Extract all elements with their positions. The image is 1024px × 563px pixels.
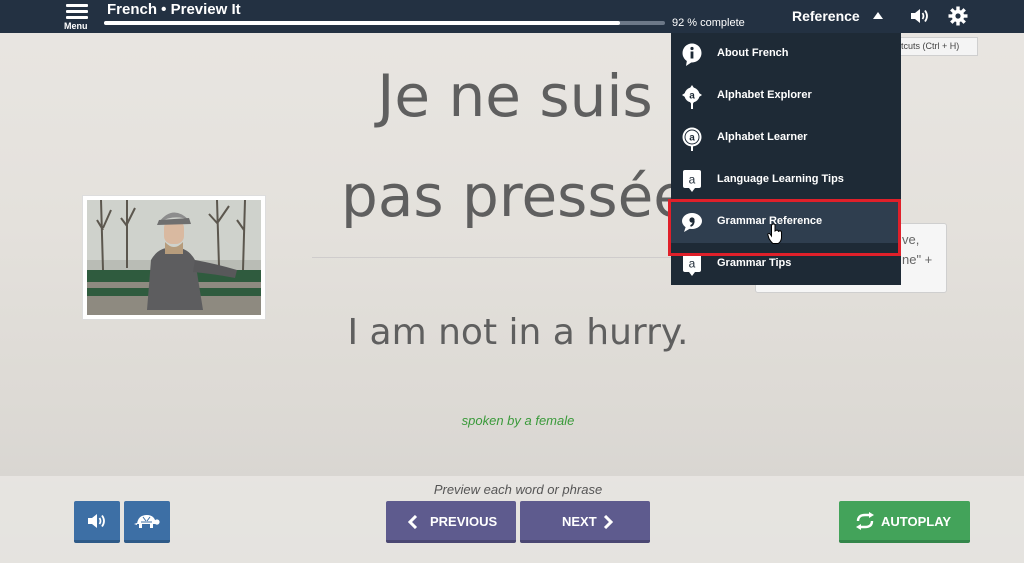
- alphabet-learner-icon: a: [682, 127, 702, 151]
- next-label: NEXT: [562, 514, 597, 529]
- hamburger-icon: [66, 4, 88, 7]
- chevron-left-icon: [408, 515, 418, 529]
- reference-label: Reference: [792, 8, 860, 24]
- menu-item-grammar-tips[interactable]: a Grammar Tips: [671, 243, 901, 285]
- hint-text: ve, ne" +: [902, 230, 946, 270]
- menu-button[interactable]: Menu: [62, 2, 94, 32]
- progress-fill: [104, 21, 621, 25]
- comma-icon: [682, 213, 702, 232]
- repeat-icon: [856, 512, 874, 530]
- menu-item-label: Language Learning Tips: [717, 173, 844, 185]
- previous-button[interactable]: PREVIOUS: [386, 501, 516, 543]
- gear-icon: [948, 6, 968, 26]
- chevron-right-icon: [603, 515, 613, 529]
- turtle-icon: [134, 515, 160, 528]
- menu-item-label: Alphabet Explorer: [717, 89, 812, 101]
- progress-text: 92 % complete: [672, 17, 745, 29]
- speaker-note: spoken by a female: [461, 413, 575, 428]
- menu-item-label: Alphabet Learner: [717, 131, 808, 143]
- phrase-photo: [82, 195, 266, 320]
- speaker-icon: [88, 514, 105, 528]
- menu-item-alphabet-explorer[interactable]: a Alphabet Explorer: [671, 75, 901, 117]
- caret-up-icon: [873, 12, 883, 19]
- divider: [312, 257, 672, 258]
- hint-line: ve,: [902, 232, 920, 247]
- phrase-line-1: Je ne suis: [377, 62, 653, 130]
- menu-item-language-learning-tips[interactable]: a Language Learning Tips: [671, 159, 901, 201]
- phrase-line-2: pas pressée: [341, 162, 689, 230]
- reference-menu: About French a Alphabet Explorer a Alpha…: [671, 33, 901, 285]
- letter-a-icon: a: [683, 170, 701, 192]
- progress-bar: [104, 21, 665, 25]
- hint-line: ne" +: [902, 252, 933, 267]
- previous-label: PREVIOUS: [430, 514, 498, 529]
- speaker-icon: [911, 9, 928, 23]
- letter-a-icon: a: [683, 254, 701, 276]
- svg-text:a: a: [689, 257, 696, 271]
- menu-item-alphabet-learner[interactable]: a Alphabet Learner: [671, 117, 901, 159]
- menu-item-grammar-reference[interactable]: Grammar Reference: [671, 201, 901, 244]
- hand-cursor-icon: [767, 223, 782, 244]
- autoplay-label: AUTOPLAY: [881, 514, 952, 529]
- slow-audio-button[interactable]: [124, 501, 170, 543]
- keyboard-shortcuts-tip[interactable]: rtcuts (Ctrl + H): [895, 37, 978, 56]
- next-button[interactable]: NEXT: [520, 501, 650, 543]
- info-icon: [682, 43, 702, 66]
- audio-toggle-button[interactable]: [908, 5, 932, 27]
- menu-item-label: Grammar Tips: [717, 257, 792, 269]
- woman-on-bench-image: [87, 200, 261, 315]
- play-audio-button[interactable]: [74, 501, 120, 543]
- reference-dropdown-toggle[interactable]: Reference: [772, 0, 900, 33]
- alphabet-explorer-icon: a: [682, 85, 702, 109]
- svg-text:a: a: [689, 173, 696, 187]
- translation-text: I am not in a hurry.: [347, 312, 689, 353]
- menu-item-label: About French: [717, 47, 789, 59]
- menu-item-about-french[interactable]: About French: [671, 33, 901, 75]
- instruction-text: Preview each word or phrase: [433, 482, 603, 497]
- svg-text:a: a: [689, 133, 695, 144]
- page-title: French • Preview It: [107, 1, 241, 18]
- hamburger-icon-bar: [66, 16, 88, 19]
- autoplay-button[interactable]: AUTOPLAY: [839, 501, 970, 543]
- settings-button[interactable]: [947, 5, 971, 27]
- menu-label: Menu: [64, 21, 88, 31]
- hamburger-icon-bar: [66, 10, 88, 13]
- top-bar: Menu French • Preview It 92 % complete R…: [0, 0, 1024, 33]
- svg-text:a: a: [689, 91, 695, 102]
